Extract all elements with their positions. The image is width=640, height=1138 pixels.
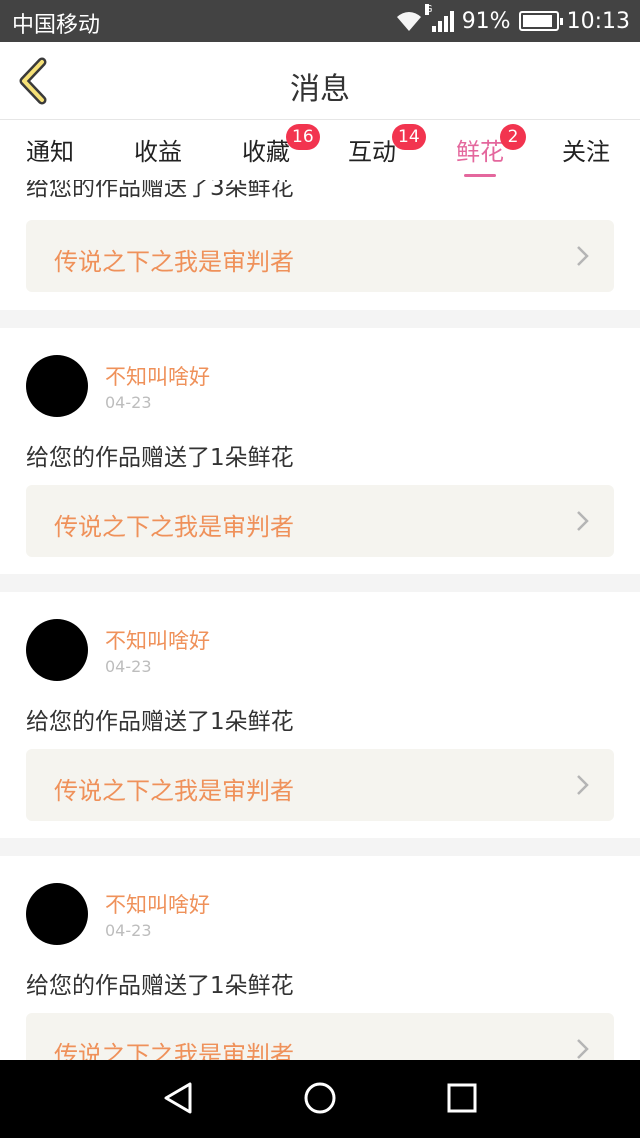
network-type: G (424, 4, 433, 15)
message-text: 给您的作品赠送了3朵鲜花 (26, 180, 294, 201)
chevron-right-icon (577, 246, 589, 266)
tab-label: 收藏 (242, 138, 290, 166)
active-tab-indicator (464, 174, 496, 177)
clock: 10:13 (566, 8, 630, 34)
header: 消息 (0, 42, 640, 120)
message-card: 给您的作品赠送了3朵鲜花 传说之下之我是审判者 (0, 180, 640, 310)
circle-home-icon[interactable] (302, 1080, 338, 1116)
message-text: 给您的作品赠送了1朵鲜花 (26, 709, 294, 735)
work-link[interactable]: 传说之下之我是审判者 (26, 220, 614, 292)
tab-label: 通知 (26, 138, 74, 166)
battery-percent: 91% (461, 8, 511, 34)
avatar[interactable] (26, 619, 88, 681)
work-title: 传说之下之我是审判者 (54, 248, 294, 276)
message-card: 不知叫啥好 04-23 给您的作品赠送了1朵鲜花 传说之下之我是审判者 (0, 592, 640, 838)
work-link[interactable]: 传说之下之我是审判者 (26, 1013, 614, 1060)
wifi-icon (396, 12, 421, 31)
count-badge: 2 (500, 124, 526, 150)
chevron-right-icon (577, 1039, 589, 1059)
message-card: 不知叫啥好 04-23 给您的作品赠送了1朵鲜花 传说之下之我是审判者 (0, 856, 640, 1060)
tab-following[interactable]: 关注 (562, 132, 610, 167)
avatar[interactable] (26, 883, 88, 945)
work-title: 传说之下之我是审判者 (54, 1041, 294, 1060)
message-date: 04-23 (105, 393, 152, 412)
tab-favorites[interactable]: 收藏 16 (242, 124, 320, 167)
page-title: 消息 (290, 72, 350, 107)
count-badge: 16 (286, 124, 320, 150)
system-nav-bar (0, 1060, 640, 1138)
sender-name[interactable]: 不知叫啥好 (105, 889, 210, 919)
sender-name[interactable]: 不知叫啥好 (105, 625, 210, 655)
signal-icon: G (424, 4, 454, 32)
tab-label: 关注 (562, 138, 610, 166)
battery-icon (518, 11, 563, 31)
message-text: 给您的作品赠送了1朵鲜花 (26, 445, 294, 471)
tab-label: 收益 (134, 138, 182, 166)
status-bar: 中国移动 G 91% 10:13 (0, 0, 640, 42)
tab-interactions[interactable]: 互动 14 (348, 124, 426, 167)
count-badge: 14 (392, 124, 426, 150)
tab-bar: 通知 收益 收藏 16 互动 14 鲜花 2 关注 (0, 120, 640, 180)
message-date: 04-23 (105, 657, 152, 676)
work-title: 传说之下之我是审判者 (54, 777, 294, 805)
square-recents-icon[interactable] (444, 1080, 480, 1116)
tab-label: 互动 (348, 138, 396, 166)
work-link[interactable]: 传说之下之我是审判者 (26, 749, 614, 821)
triangle-back-icon[interactable] (160, 1080, 196, 1116)
message-date: 04-23 (105, 921, 152, 940)
tab-flowers[interactable]: 鲜花 2 (456, 124, 526, 177)
avatar[interactable] (26, 355, 88, 417)
carrier-name: 中国移动 (12, 13, 101, 38)
tab-notifications[interactable]: 通知 (26, 132, 74, 167)
status-icons: G 91% 10:13 (394, 4, 630, 36)
message-feed[interactable]: 给您的作品赠送了3朵鲜花 传说之下之我是审判者 不知叫啥好 04-23 给您的作… (0, 180, 640, 1060)
message-text: 给您的作品赠送了1朵鲜花 (26, 973, 294, 999)
work-title: 传说之下之我是审判者 (54, 513, 294, 541)
battery-fill (522, 15, 552, 27)
message-card: 不知叫啥好 04-23 给您的作品赠送了1朵鲜花 传说之下之我是审判者 (0, 328, 640, 574)
work-link[interactable]: 传说之下之我是审判者 (26, 485, 614, 557)
tab-label: 鲜花 (456, 138, 504, 166)
tab-earnings[interactable]: 收益 (134, 132, 182, 167)
chevron-right-icon (577, 775, 589, 795)
chevron-right-icon (577, 511, 589, 531)
sender-name[interactable]: 不知叫啥好 (105, 361, 210, 391)
